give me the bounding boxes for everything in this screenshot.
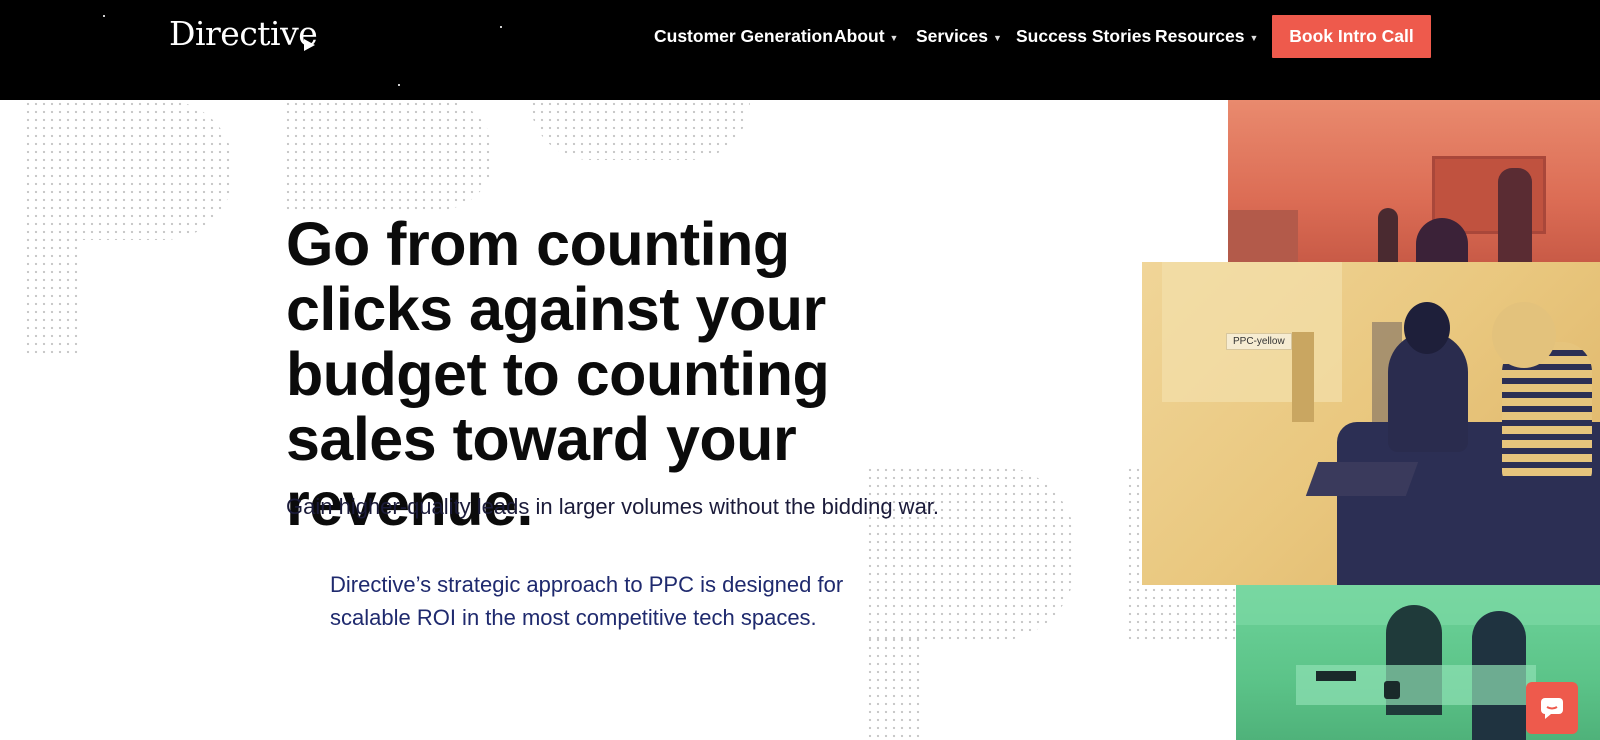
- directive-logo[interactable]: Directive: [169, 14, 318, 53]
- hero-body-text: Directive’s strategic approach to PPC is…: [330, 572, 844, 630]
- dot-pattern-p1-stem: [24, 236, 80, 356]
- site-header: Directive Customer Generation About ▼ Se…: [0, 0, 1600, 100]
- logo-arrow-icon: [304, 39, 315, 51]
- book-intro-call-button[interactable]: Book Intro Call: [1272, 15, 1431, 58]
- chevron-down-icon: ▼: [993, 32, 1002, 43]
- chat-launcher-button[interactable]: [1526, 682, 1578, 734]
- dot-pattern-p3-stem: [866, 636, 922, 740]
- dot-pattern-p2: [284, 100, 494, 210]
- nav-about-label: About: [834, 25, 885, 46]
- header-speck: [103, 15, 105, 17]
- chevron-down-icon: ▼: [889, 32, 899, 43]
- nav-success-stories-label: Success Stories: [1016, 25, 1152, 46]
- team-meeting-photo-red: [1228, 100, 1600, 264]
- hero-headline: Go from counting clicks against your bud…: [286, 210, 830, 538]
- header-speck: [500, 26, 502, 28]
- nav-customer-generation-label: Customer Generation: [654, 25, 833, 46]
- nav-customer-generation[interactable]: Customer Generation: [654, 24, 833, 48]
- image-alt-label: PPC-yellow: [1226, 333, 1292, 350]
- nav-about[interactable]: About ▼: [834, 24, 898, 48]
- nav-success-stories[interactable]: Success Stories: [1016, 24, 1151, 48]
- nav-resources-label: Resources: [1155, 25, 1245, 46]
- dot-pattern-p1: [24, 100, 234, 240]
- collaboration-photo-yellow: [1142, 262, 1600, 585]
- nav-services[interactable]: Services ▼: [916, 24, 1002, 48]
- hero-subheadline: Gain higher-quality leads in larger volu…: [286, 494, 940, 519]
- nav-resources[interactable]: Resources ▼: [1155, 24, 1258, 48]
- dot-pattern-c: [530, 100, 750, 160]
- nav-services-label: Services: [916, 25, 989, 46]
- header-speck: [398, 84, 400, 86]
- chevron-down-icon: ▼: [1249, 32, 1259, 43]
- chat-icon: [1541, 698, 1563, 719]
